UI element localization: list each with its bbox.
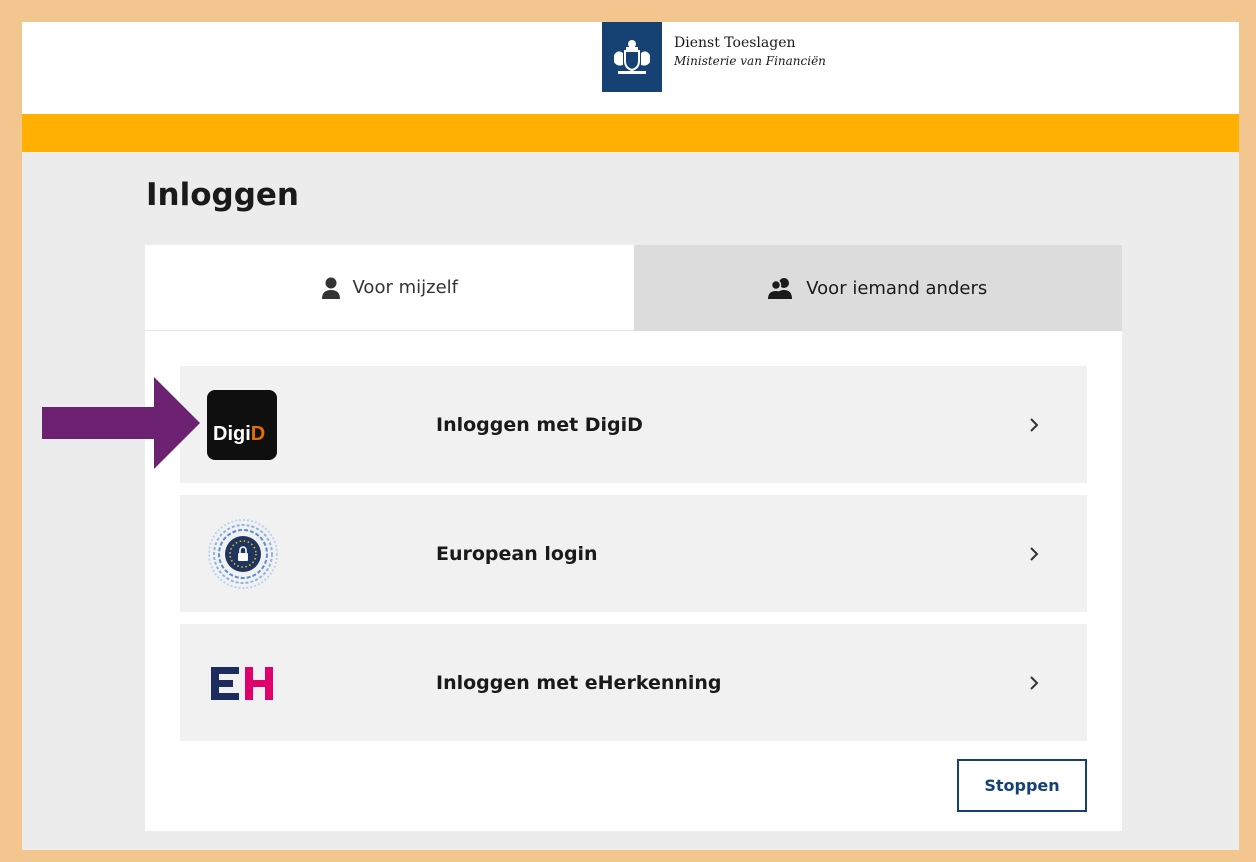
header: Dienst Toeslagen Ministerie van Financië…: [22, 22, 1239, 114]
tab-label: Voor iemand anders: [806, 277, 988, 299]
login-card: Voor mijzelf Voor iemand anders Digi D I…: [145, 245, 1122, 831]
tab-voor-mijzelf[interactable]: Voor mijzelf: [145, 245, 634, 331]
chevron-right-icon: [1029, 675, 1039, 691]
digid-logo-text: Digi: [213, 422, 251, 445]
eherkenning-logo: [207, 663, 277, 703]
stop-button[interactable]: Stoppen: [957, 759, 1087, 812]
chevron-right-icon: [1029, 546, 1039, 562]
tab-label: Voor mijzelf: [352, 277, 458, 298]
coat-of-arms-icon: [602, 22, 662, 92]
login-option-eherkenning[interactable]: Inloggen met eHerkenning: [180, 624, 1087, 741]
tab-voor-iemand-anders[interactable]: Voor iemand anders: [633, 245, 1122, 331]
chevron-right-icon: [1029, 417, 1039, 433]
option-label: Inloggen met DigiD: [436, 413, 643, 436]
eu-login-icon: [207, 518, 279, 590]
ministry-name: Ministerie van Financiën: [674, 54, 826, 68]
people-icon: [768, 277, 794, 299]
digid-logo: Digi D: [207, 389, 277, 460]
digid-logo-accent: D: [250, 422, 266, 445]
option-label: European login: [436, 542, 598, 565]
organization-name: Dienst Toeslagen Ministerie van Financië…: [674, 34, 826, 70]
person-icon: [321, 277, 341, 299]
tab-bar: Voor mijzelf Voor iemand anders: [145, 245, 1122, 331]
arrow-right-icon: [42, 377, 202, 473]
accent-bar: [22, 114, 1239, 152]
login-option-digid[interactable]: Digi D Inloggen met DigiD: [180, 366, 1087, 483]
option-label: Inloggen met eHerkenning: [436, 671, 722, 694]
org-name: Dienst Toeslagen: [674, 35, 796, 51]
page-title: Inloggen: [146, 177, 300, 213]
login-option-european[interactable]: European login: [180, 495, 1087, 612]
browser-viewport: Dienst Toeslagen Ministerie van Financië…: [22, 22, 1239, 850]
